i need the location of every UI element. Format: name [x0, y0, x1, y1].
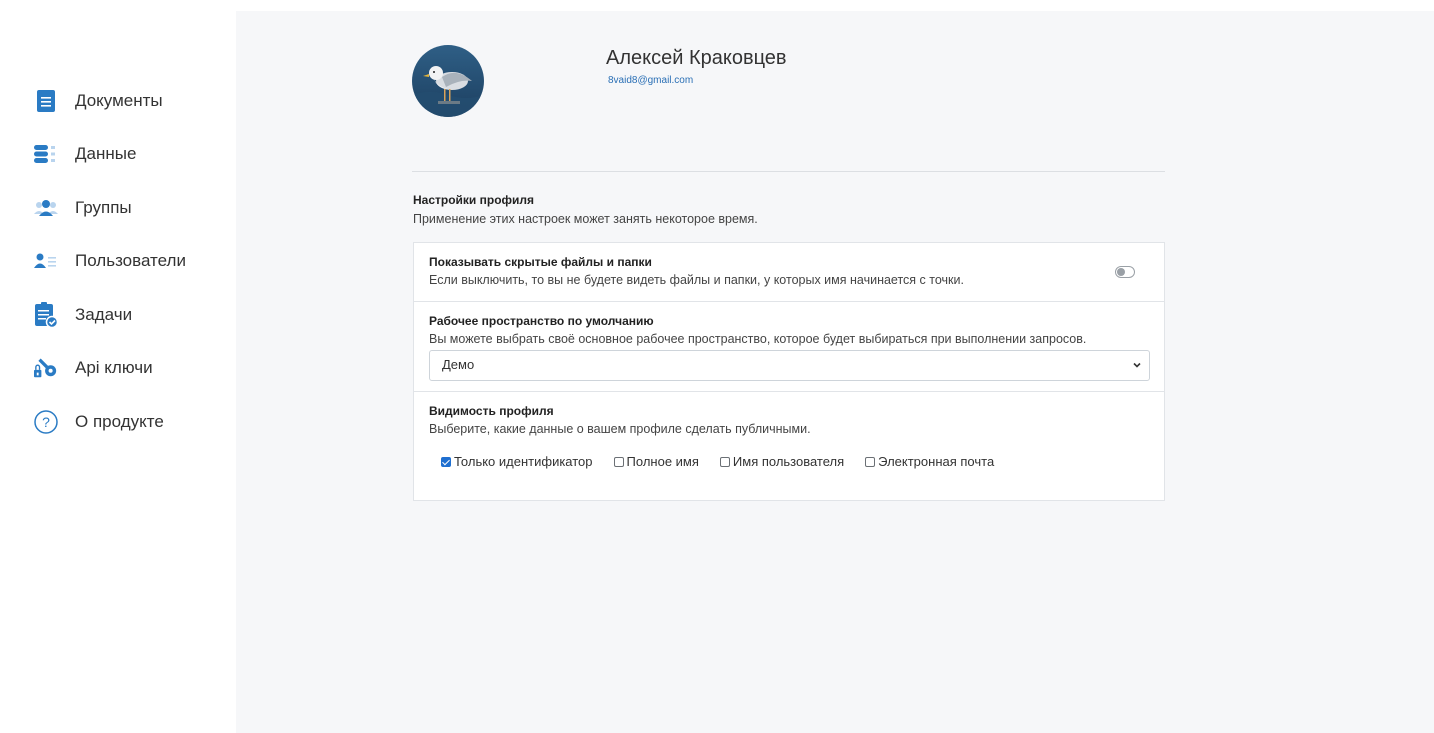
settings-card: Показывать скрытые файлы и папки Если вы…: [413, 242, 1165, 501]
clipboard-check-icon: [34, 301, 58, 328]
hidden-files-setting: Показывать скрытые файлы и папки Если вы…: [414, 243, 1164, 302]
visibility-option-email[interactable]: Электронная почта: [865, 454, 994, 469]
settings-title: Настройки профиля: [413, 193, 535, 207]
hidden-files-title: Показывать скрытые файлы и папки: [429, 255, 652, 269]
checkbox-label: Имя пользователя: [732, 454, 845, 469]
toggle-knob: [1117, 268, 1125, 276]
workspace-description: Вы можете выбрать своё основное рабочее …: [429, 332, 1087, 346]
question-circle-icon: ?: [34, 410, 58, 434]
visibility-options: Только идентификатор Полное имя Имя поль…: [429, 454, 1149, 469]
sidebar-nav: Документы Данные Группы Пользователи Зад…: [0, 74, 236, 449]
sidebar-item-groups[interactable]: Группы: [0, 181, 236, 235]
sidebar-item-tasks[interactable]: Задачи: [0, 288, 236, 342]
checkbox[interactable]: [865, 456, 876, 467]
users-list-icon: [34, 249, 58, 273]
divider: [412, 171, 1165, 172]
sidebar-item-users[interactable]: Пользователи: [0, 235, 236, 289]
workspace-setting: Рабочее пространство по умолчанию Вы мож…: [414, 302, 1164, 392]
document-icon: [34, 89, 58, 113]
visibility-title: Видимость профиля: [429, 404, 554, 418]
checkbox[interactable]: [613, 456, 624, 467]
visibility-option-id[interactable]: Только идентификатор: [441, 454, 593, 469]
sidebar-item-label: Пользователи: [75, 251, 186, 271]
svg-text:?: ?: [42, 414, 50, 430]
sidebar-item-label: Группы: [75, 197, 132, 217]
checkbox-label: Электронная почта: [878, 454, 995, 469]
sidebar-item-label: Данные: [75, 144, 137, 164]
main-content: Алексей Краковцев 8vaid8@gmail.com Настр…: [236, 11, 1434, 733]
checkbox-label: Только идентификатор: [454, 454, 593, 469]
sidebar-item-data[interactable]: Данные: [0, 128, 236, 182]
workspace-select-value: Демо: [442, 357, 475, 372]
visibility-option-full-name[interactable]: Полное имя: [613, 454, 699, 469]
profile-email[interactable]: 8vaid8@gmail.com: [608, 75, 693, 86]
settings-description: Применение этих настроек может занять не…: [413, 212, 758, 226]
avatar[interactable]: [412, 45, 484, 117]
checkbox[interactable]: [719, 456, 730, 467]
profile-name: Алексей Краковцев: [606, 47, 787, 69]
database-icon: [34, 142, 58, 166]
chevron-down-icon: [1131, 359, 1143, 371]
sidebar-item-api-keys[interactable]: Api ключи: [0, 342, 236, 396]
workspace-title: Рабочее пространство по умолчанию: [429, 314, 654, 328]
hidden-files-toggle[interactable]: [1115, 266, 1135, 278]
sidebar-item-label: О продукте: [75, 411, 164, 431]
checkbox-label: Полное имя: [626, 454, 699, 469]
workspace-select[interactable]: Демо: [429, 350, 1150, 381]
key-icon: [34, 356, 58, 380]
sidebar-item-label: Задачи: [75, 304, 133, 324]
sidebar-item-label: Документы: [75, 90, 163, 110]
hidden-files-description: Если выключить, то вы не будете видеть ф…: [429, 273, 964, 287]
visibility-description: Выберите, какие данные о вашем профиле с…: [429, 422, 811, 436]
sidebar-item-about[interactable]: ? О продукте: [0, 395, 236, 449]
sidebar-item-label: Api ключи: [75, 358, 153, 378]
sidebar: Документы Данные Группы Пользователи Зад…: [0, 0, 236, 733]
group-icon: [34, 196, 58, 220]
checkbox[interactable]: [441, 456, 451, 467]
visibility-option-username[interactable]: Имя пользователя: [719, 454, 845, 469]
sidebar-item-documents[interactable]: Документы: [0, 74, 236, 128]
visibility-setting: Видимость профиля Выберите, какие данные…: [414, 392, 1164, 469]
